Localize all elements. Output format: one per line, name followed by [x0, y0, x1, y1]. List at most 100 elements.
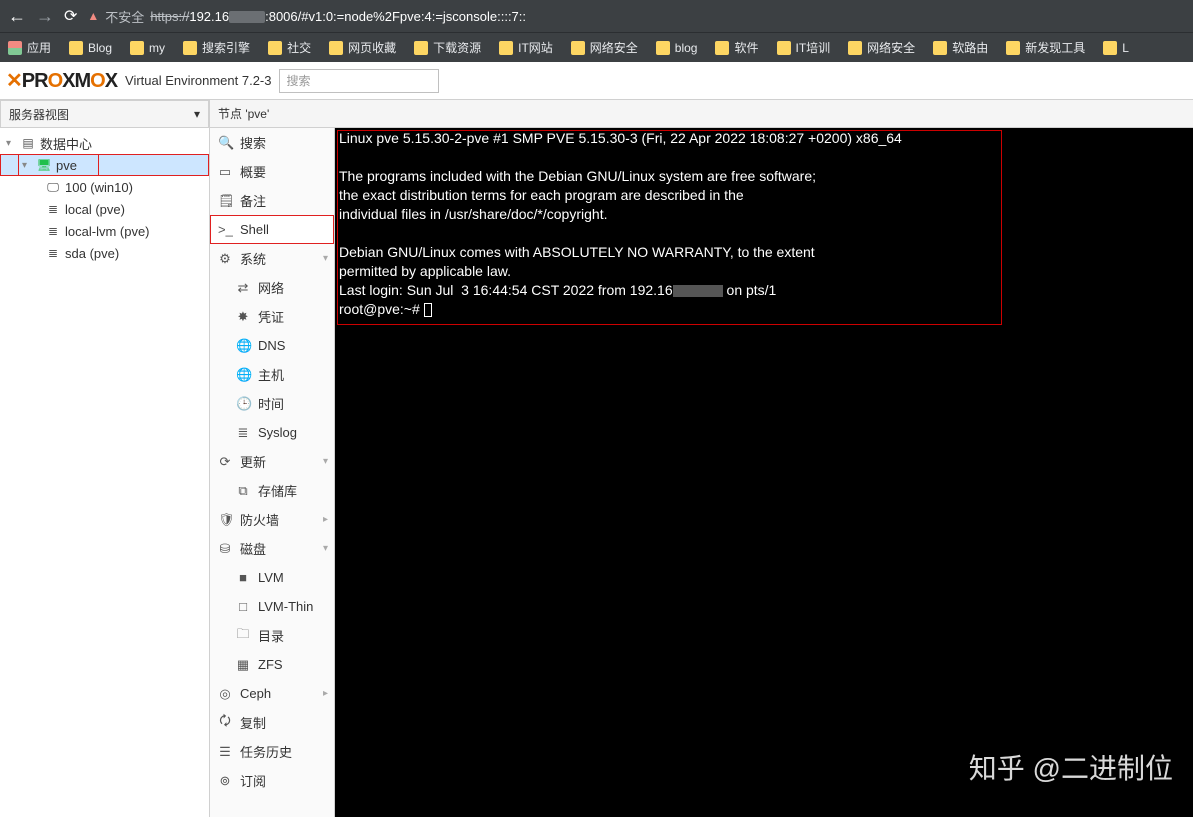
nav-certs[interactable]: ✸凭证 — [210, 302, 334, 331]
nav-ceph[interactable]: ◎Ceph▸ — [210, 679, 334, 708]
nav-lvmthin[interactable]: □LVM-Thin — [210, 592, 334, 621]
nav-system[interactable]: ⚙系统▾ — [210, 244, 334, 273]
square-icon: ■ — [236, 570, 250, 585]
folder-icon — [656, 41, 670, 55]
node-nav-panel: 🔍搜索 ▭概要 🗒备注 >_Shell ⚙系统▾ ⇄网络 ✸凭证 🌐DNS 🌐主… — [210, 128, 335, 817]
folder-icon — [329, 41, 343, 55]
chevron-down-icon: ▾ — [323, 543, 328, 554]
tree-storage-local-lvm[interactable]: ≣ local-lvm (pve) — [0, 220, 209, 242]
proxmox-logo[interactable]: ✕PROXMOX — [6, 68, 117, 93]
apps-shortcut[interactable]: 应用 — [8, 39, 51, 56]
retweet-icon: 🗘 — [218, 712, 232, 734]
bookmark-item[interactable]: 社交 — [268, 39, 311, 56]
collapse-icon[interactable]: ▾ — [22, 160, 32, 171]
nav-updates[interactable]: ⟳更新▾ — [210, 447, 334, 476]
insecure-label: 不安全 — [105, 7, 144, 26]
nav-shell[interactable]: >_Shell — [210, 215, 334, 244]
globe-icon: 🌐 — [236, 367, 250, 383]
nav-summary[interactable]: ▭概要 — [210, 157, 334, 186]
globe-icon: 🌐 — [236, 338, 250, 354]
refresh-icon: ⟳ — [218, 454, 232, 470]
book-icon: ▭ — [218, 164, 232, 180]
address-bar[interactable]: ▲ 不安全 https://192.16:8006/#v1:0:=node%2F… — [87, 7, 526, 26]
tree-datacenter[interactable]: ▾ ▤ 数据中心 — [0, 132, 209, 154]
shell-terminal[interactable]: Linux pve 5.15.30-2-pve #1 SMP PVE 5.15.… — [335, 128, 1193, 817]
nav-network[interactable]: ⇄网络 — [210, 273, 334, 302]
hdd-icon: ⛁ — [218, 541, 232, 557]
tree-storage-sda[interactable]: ≣ sda (pve) — [0, 242, 209, 264]
bookmarks-bar: 应用 Blog my 搜索引擎 社交 网页收藏 下载资源 IT网站 网络安全 b… — [0, 32, 1193, 62]
tree-storage-local[interactable]: ≣ local (pve) — [0, 198, 209, 220]
resource-tree: ▾ ▤ 数据中心 ▾ 🖥 pve 🖵 100 (win10) ≣ local (… — [0, 128, 209, 268]
datacenter-icon: ▤ — [21, 136, 35, 150]
folder-icon — [933, 41, 947, 55]
folder-icon — [499, 41, 513, 55]
bookmark-item[interactable]: 网络安全 — [848, 39, 915, 56]
ceph-icon: ◎ — [218, 686, 232, 702]
nav-dns[interactable]: 🌐DNS — [210, 331, 334, 360]
tree-node-pve[interactable]: ▾ 🖥 pve — [0, 154, 209, 176]
storage-icon: ≣ — [46, 224, 60, 238]
folder-icon — [268, 41, 282, 55]
browser-toolbar: ← → ⟳ ▲ 不安全 https://192.16:8006/#v1:0:=n… — [0, 0, 1193, 32]
chevron-right-icon: ▸ — [323, 514, 328, 525]
view-selector-dropdown[interactable]: 服务器视图▾ — [0, 100, 209, 128]
list-icon: ☰ — [218, 744, 232, 760]
support-icon: ⊚ — [218, 773, 232, 789]
bookmark-item[interactable]: Blog — [69, 41, 112, 55]
bookmark-item[interactable]: IT网站 — [499, 39, 553, 56]
bookmark-item[interactable]: L — [1103, 41, 1129, 55]
certificate-icon: ✸ — [236, 309, 250, 325]
collapse-icon[interactable]: ▾ — [6, 138, 16, 149]
nav-time[interactable]: 🕒时间 — [210, 389, 334, 418]
global-search-input[interactable]: 搜索 — [279, 69, 439, 93]
back-button[interactable]: ← — [8, 6, 26, 27]
bookmark-item[interactable]: 新发现工具 — [1006, 39, 1085, 56]
clock-icon: 🕒 — [236, 396, 250, 412]
nav-hosts[interactable]: 🌐主机 — [210, 360, 334, 389]
reload-button[interactable]: ⟳ — [64, 6, 77, 26]
nav-firewall[interactable]: 🛡防火墙▸ — [210, 505, 334, 534]
bookmark-item[interactable]: 网页收藏 — [329, 39, 396, 56]
nav-syslog[interactable]: ≣Syslog — [210, 418, 334, 447]
nav-lvm[interactable]: ■LVM — [210, 563, 334, 592]
bookmark-item[interactable]: 软件 — [715, 39, 758, 56]
nav-subscription[interactable]: ⊚订阅 — [210, 766, 334, 795]
bookmark-item[interactable]: IT培训 — [777, 39, 831, 56]
cogs-icon: ⚙ — [218, 251, 232, 267]
url-text: https://192.16:8006/#v1:0:=node%2Fpve:4:… — [150, 9, 526, 24]
bookmark-item[interactable]: 搜索引擎 — [183, 39, 250, 56]
folder-icon — [777, 41, 791, 55]
exchange-icon: ⇄ — [236, 280, 250, 296]
cubes-icon: ⧉ — [236, 483, 250, 499]
bookmark-item[interactable]: blog — [656, 41, 698, 55]
terminal-output: Linux pve 5.15.30-2-pve #1 SMP PVE 5.15.… — [335, 128, 1193, 322]
nav-repo[interactable]: ⧉存储库 — [210, 476, 334, 505]
watermark-text: 知乎 @二进制位 — [961, 747, 1173, 787]
nav-directory[interactable]: 🗀目录 — [210, 621, 334, 650]
folder-icon — [848, 41, 862, 55]
nav-disks[interactable]: ⛁磁盘▾ — [210, 534, 334, 563]
bookmark-item[interactable]: 软路由 — [933, 39, 988, 56]
forward-button[interactable]: → — [36, 6, 54, 27]
resource-tree-panel: 服务器视图▾ ▾ ▤ 数据中心 ▾ 🖥 pve 🖵 100 (win10) ≣ … — [0, 100, 210, 817]
nav-notes[interactable]: 🗒备注 — [210, 186, 334, 215]
nav-replication[interactable]: 🗘复制 — [210, 708, 334, 737]
square-outline-icon: □ — [236, 599, 250, 614]
folder-icon — [1006, 41, 1020, 55]
bookmark-item[interactable]: my — [130, 41, 165, 55]
bookmark-item[interactable]: 下载资源 — [414, 39, 481, 56]
chevron-down-icon: ▾ — [323, 253, 328, 264]
list-icon: ≣ — [236, 425, 250, 441]
redacted-ip-icon — [229, 11, 265, 23]
redacted-ip-icon — [673, 285, 723, 297]
nav-search[interactable]: 🔍搜索 — [210, 128, 334, 157]
nav-tasks[interactable]: ☰任务历史 — [210, 737, 334, 766]
bookmark-item[interactable]: 网络安全 — [571, 39, 638, 56]
folder-icon — [571, 41, 585, 55]
folder-icon — [69, 41, 83, 55]
content-breadcrumb: 节点 'pve' — [210, 100, 1193, 128]
nav-zfs[interactable]: ▦ZFS — [210, 650, 334, 679]
tree-vm-100[interactable]: 🖵 100 (win10) — [0, 176, 209, 198]
insecure-warning-icon: ▲ — [87, 9, 99, 23]
